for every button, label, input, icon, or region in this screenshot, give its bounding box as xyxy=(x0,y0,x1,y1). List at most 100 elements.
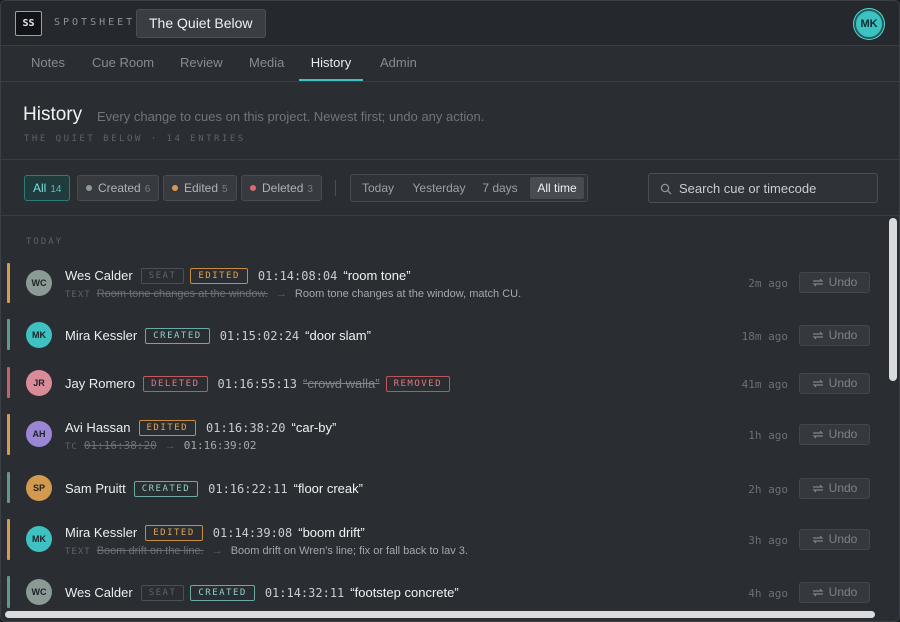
cue-name: “room tone” xyxy=(343,268,411,284)
avatar: WC xyxy=(26,270,52,296)
undo-label: Undo xyxy=(828,481,858,495)
range-yesterday[interactable]: Yesterday xyxy=(406,177,472,199)
tab-review[interactable]: Review xyxy=(180,46,223,81)
cue-timecode: 01:14:08:04 xyxy=(257,268,338,283)
undo-icon xyxy=(812,588,824,597)
undo-icon xyxy=(812,484,824,493)
filter-chip-count: 6 xyxy=(144,184,151,195)
edited-indicator-bar xyxy=(7,414,10,455)
action-badge: EDITED xyxy=(145,524,203,541)
cue-name: “boom drift” xyxy=(298,525,365,541)
action-badge: CREATED xyxy=(190,584,255,601)
undo-label: Undo xyxy=(828,427,858,441)
undo-button[interactable]: Undo xyxy=(799,424,870,445)
cue-name: “car-by” xyxy=(291,420,337,436)
filter-chip-all[interactable]: All 14 xyxy=(24,175,71,201)
cue-name: “crowd walla” xyxy=(303,376,380,392)
undo-label: Undo xyxy=(828,532,858,546)
action-badge: CREATED xyxy=(145,327,210,344)
user-name: Wes Calder xyxy=(65,268,133,284)
cue-name: “footstep concrete” xyxy=(350,585,459,601)
undo-button[interactable]: Undo xyxy=(799,272,870,293)
cue-name: “door slam” xyxy=(305,328,371,344)
search-icon xyxy=(660,183,672,195)
user-name: Jay Romero xyxy=(65,376,136,392)
undo-button[interactable]: Undo xyxy=(799,529,870,550)
new-value: Room tone changes at the window, match C… xyxy=(294,288,522,300)
removed-badge: REMOVED xyxy=(385,375,451,392)
action-badge: CREATED xyxy=(133,480,199,497)
created-indicator-bar xyxy=(7,319,10,350)
range-all-time[interactable]: All time xyxy=(530,177,584,199)
cue-timecode: 01:15:02:24 xyxy=(219,328,300,343)
filter-chip-count: 3 xyxy=(307,184,313,195)
tab-media[interactable]: Media xyxy=(249,46,284,81)
filter-chip-label: Deleted xyxy=(262,181,304,195)
range-today[interactable]: Today xyxy=(355,177,401,199)
undo-button[interactable]: Undo xyxy=(799,478,870,499)
filter-chip-count: 14 xyxy=(50,184,62,195)
user-name: Mira Kessler xyxy=(65,328,138,344)
filter-chip-deleted[interactable]: Deleted 3 xyxy=(241,175,322,201)
detail-label: TC xyxy=(65,442,78,452)
user-name: Avi Hassan xyxy=(65,420,131,436)
tab-cue-room[interactable]: Cue Room xyxy=(92,46,154,81)
relative-time: 2h ago xyxy=(748,483,788,496)
avatar: JR xyxy=(26,370,52,396)
search-box xyxy=(648,173,878,203)
edited-indicator-bar xyxy=(7,519,10,560)
tab-admin[interactable]: Admin xyxy=(380,46,417,81)
relative-time: 4h ago xyxy=(748,587,788,600)
filter-chip-label: Edited xyxy=(184,181,219,195)
filter-chip-created[interactable]: Created 6 xyxy=(77,175,160,201)
vertical-scrollbar[interactable] xyxy=(887,216,899,608)
horizontal-scroll-thumb[interactable] xyxy=(5,611,875,618)
undo-button[interactable]: Undo xyxy=(799,582,870,603)
history-list: TODAY WC Wes Calder SEAT EDITED 01:14:08:04… xyxy=(1,216,887,608)
created-indicator-bar xyxy=(7,472,10,503)
cue-timecode: 01:14:39:08 xyxy=(212,525,293,540)
app-window: SS SPOTSHEET The Quiet Below MK Notes Cu… xyxy=(0,0,900,622)
group-label: TODAY xyxy=(26,237,64,247)
filter-divider xyxy=(335,180,336,196)
action-badge: DELETED xyxy=(143,375,208,392)
filter-chip-edited[interactable]: Edited 5 xyxy=(163,175,237,201)
deleted-dot-icon xyxy=(250,185,256,191)
edited-dot-icon xyxy=(172,185,178,191)
horizontal-scrollbar[interactable] xyxy=(1,608,887,621)
new-value: Boom drift on Wren's line; fix or fall b… xyxy=(230,545,468,557)
relative-time: 3h ago xyxy=(748,534,788,547)
page-header: History Every change to cues on this pro… xyxy=(1,82,899,160)
filter-chip-label: Created xyxy=(98,181,141,195)
history-row: MK Mira Kessler CREATED 01:15:02:24 “door s… xyxy=(7,319,881,351)
avatar: SP xyxy=(26,475,52,501)
user-name: Sam Pruitt xyxy=(65,481,126,497)
relative-time: 41m ago xyxy=(741,378,788,391)
history-row: SP Sam Pruitt CREATED 01:16:22:11 “floor cr… xyxy=(7,472,881,504)
cue-timecode: 01:16:55:13 xyxy=(217,376,297,391)
undo-icon xyxy=(812,278,824,287)
seat-badge: SEAT xyxy=(140,584,185,601)
tab-history[interactable]: History xyxy=(299,46,363,81)
vertical-scroll-thumb[interactable] xyxy=(889,218,897,381)
undo-icon xyxy=(812,430,824,439)
undo-label: Undo xyxy=(828,328,858,342)
undo-button[interactable]: Undo xyxy=(799,373,870,394)
detail-label: TEXT xyxy=(65,290,91,300)
tab-notes[interactable]: Notes xyxy=(31,46,65,81)
undo-button[interactable]: Undo xyxy=(799,325,870,346)
app-logo[interactable]: SS xyxy=(15,11,42,36)
undo-icon xyxy=(812,331,824,340)
brand-name: SPOTSHEET xyxy=(54,17,136,28)
project-switcher[interactable]: The Quiet Below xyxy=(136,9,266,38)
relative-time: 18m ago xyxy=(741,330,788,343)
deleted-indicator-bar xyxy=(7,367,10,398)
filter-bar: All 14 Created 6 Edited 5 Deleted 3 Today Ye… xyxy=(1,160,899,216)
page-meta: THE QUIET BELOW · 14 ENTRIES xyxy=(24,134,246,144)
arrow-right-icon: → xyxy=(275,288,287,300)
search-input[interactable] xyxy=(679,179,869,197)
range-7-days[interactable]: 7 days xyxy=(477,177,523,199)
created-indicator-bar xyxy=(7,576,10,608)
user-avatar[interactable]: MK xyxy=(854,9,884,39)
date-range-control: Today Yesterday 7 days All time xyxy=(350,174,588,202)
